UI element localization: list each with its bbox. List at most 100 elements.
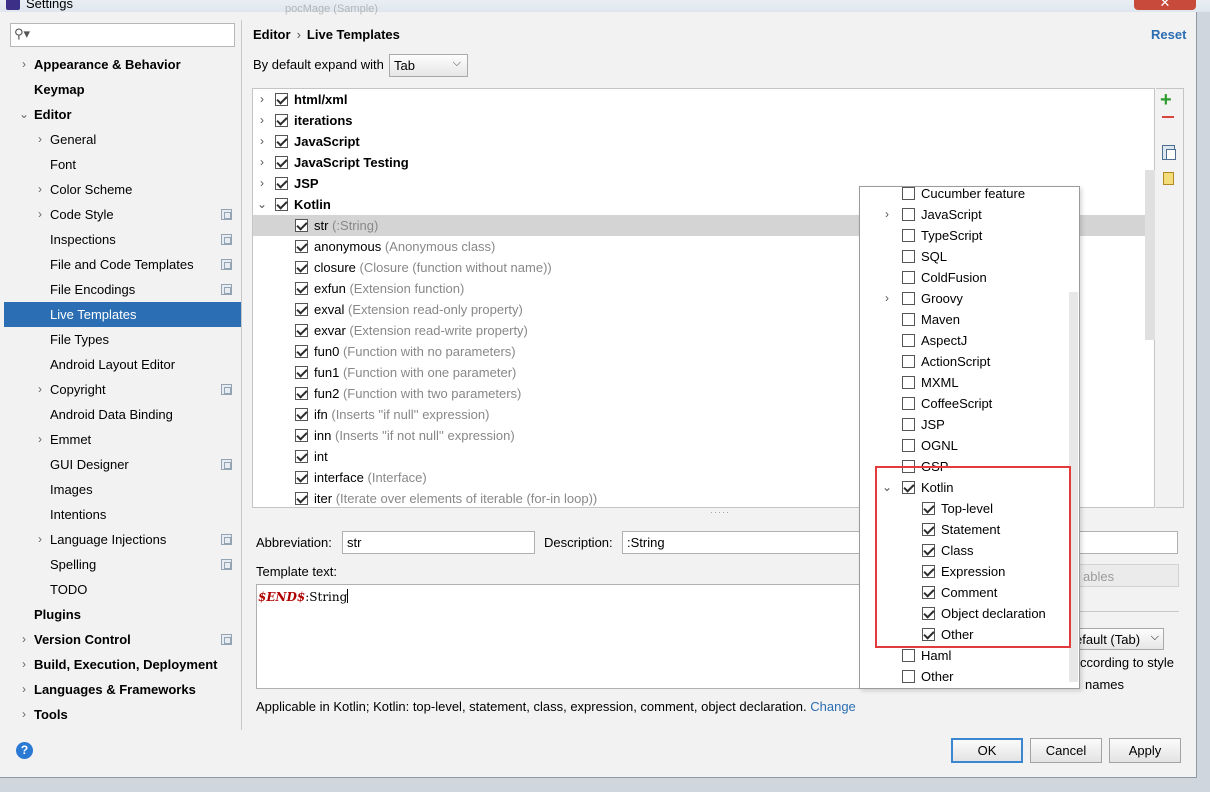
sidebar-item[interactable]: › Appearance & Behavior [4,52,241,77]
context-checkbox[interactable] [902,397,915,410]
sidebar-item[interactable]: Inspections [4,227,241,252]
sidebar-item[interactable]: File Encodings [4,277,241,302]
chevron-right-icon[interactable]: › [255,173,269,194]
chevron-right-icon[interactable]: › [34,127,46,152]
sidebar-item[interactable]: Keymap [4,77,241,102]
context-option[interactable]: JSP [860,414,1079,435]
template-checkbox[interactable] [295,387,308,400]
chevron-right-icon[interactable]: › [18,652,30,677]
template-checkbox[interactable] [275,177,288,190]
chevron-right-icon[interactable]: › [34,427,46,452]
template-checkbox[interactable] [295,450,308,463]
sidebar-item[interactable]: › Tools [4,702,241,727]
reset-link[interactable]: Reset [1151,27,1186,42]
note-icon[interactable] [1163,172,1174,185]
chevron-right-icon[interactable]: › [18,52,30,77]
sidebar-item[interactable]: Live Templates [4,302,241,327]
context-option[interactable]: Maven [860,309,1079,330]
splitter-handle[interactable]: ····· [710,507,730,517]
ok-button[interactable]: OK [951,738,1023,763]
context-option[interactable]: Other [860,666,1079,687]
context-checkbox[interactable] [902,334,915,347]
context-option[interactable]: ActionScript [860,351,1079,372]
chevron-right-icon[interactable]: › [18,677,30,702]
chevron-right-icon[interactable]: › [255,131,269,152]
context-checkbox[interactable] [902,670,915,683]
template-checkbox[interactable] [295,240,308,253]
context-option[interactable]: › Groovy [860,288,1079,309]
template-checkbox[interactable] [295,261,308,274]
context-checkbox[interactable] [902,208,915,221]
chevron-right-icon[interactable]: › [881,288,893,309]
template-checkbox[interactable] [275,156,288,169]
context-option[interactable]: TypeScript [860,225,1079,246]
template-checkbox[interactable] [295,366,308,379]
sidebar-item[interactable]: › Language Injections [4,527,241,552]
chevron-right-icon[interactable]: › [255,152,269,173]
template-checkbox[interactable] [275,198,288,211]
sidebar-item[interactable]: › Copyright [4,377,241,402]
template-group-row[interactable]: › iterations [253,110,1154,131]
context-option[interactable]: OGNL [860,435,1079,456]
template-group-row[interactable]: › html/xml [253,89,1154,110]
apply-button[interactable]: Apply [1109,738,1181,763]
chevron-right-icon[interactable]: › [18,627,30,652]
sidebar-item[interactable]: TODO [4,577,241,602]
chevron-right-icon[interactable]: › [881,204,893,225]
context-checkbox[interactable] [902,229,915,242]
sidebar-item[interactable]: GUI Designer [4,452,241,477]
template-checkbox[interactable] [295,492,308,505]
template-checkbox[interactable] [295,429,308,442]
sidebar-item[interactable]: › Code Style [4,202,241,227]
template-checkbox[interactable] [295,345,308,358]
context-checkbox[interactable] [902,271,915,284]
sidebar-item[interactable]: › Languages & Frameworks [4,677,241,702]
context-option[interactable]: Haml [860,645,1079,666]
add-icon[interactable]: + [1160,90,1172,110]
templates-scrollbar[interactable] [1145,170,1155,340]
chevron-down-icon[interactable]: ⌄ [18,102,30,127]
template-checkbox[interactable] [275,135,288,148]
sidebar-item[interactable]: Android Layout Editor [4,352,241,377]
context-checkbox[interactable] [902,355,915,368]
abbreviation-field[interactable]: str [342,531,535,554]
context-checkbox[interactable] [902,418,915,431]
help-icon[interactable]: ? [16,742,33,759]
context-checkbox[interactable] [902,313,915,326]
edit-variables-button[interactable]: ables [1072,564,1179,587]
sidebar-item[interactable]: File Types [4,327,241,352]
search-input[interactable]: ⚲▾ [10,23,235,47]
sidebar-item[interactable]: › General [4,127,241,152]
template-group-row[interactable]: › JavaScript Testing [253,152,1154,173]
chevron-right-icon[interactable]: › [255,89,269,110]
context-option[interactable]: AspectJ [860,330,1079,351]
cancel-button[interactable]: Cancel [1030,738,1102,763]
sidebar-item[interactable]: Plugins [4,602,241,627]
context-option[interactable]: Cucumber feature [860,187,1079,204]
template-checkbox[interactable] [295,303,308,316]
template-checkbox[interactable] [275,114,288,127]
sidebar-item[interactable]: Font [4,152,241,177]
chevron-right-icon[interactable]: › [34,202,46,227]
context-option[interactable]: ColdFusion [860,267,1079,288]
sidebar-item[interactable]: Images [4,477,241,502]
sidebar-item[interactable]: ⌄ Editor [4,102,241,127]
template-checkbox[interactable] [275,93,288,106]
sidebar-item[interactable]: › Emmet [4,427,241,452]
close-button[interactable]: ✕ [1134,0,1196,10]
chevron-down-icon[interactable]: ⌄ [255,194,269,215]
context-checkbox[interactable] [902,439,915,452]
chevron-right-icon[interactable]: › [255,110,269,131]
chevron-right-icon[interactable]: › [18,702,30,727]
template-checkbox[interactable] [295,282,308,295]
sidebar-item[interactable]: Intentions [4,502,241,527]
sidebar-item[interactable]: › Build, Execution, Deployment [4,652,241,677]
sidebar-item[interactable]: › Version Control [4,627,241,652]
context-option[interactable]: MXML [860,372,1079,393]
chevron-right-icon[interactable]: › [34,527,46,552]
chevron-right-icon[interactable]: › [34,377,46,402]
context-checkbox[interactable] [902,376,915,389]
change-context-link[interactable]: Change [810,699,856,714]
copy-icon[interactable] [1162,145,1176,160]
template-expand-select[interactable]: efault (Tab) ⌵ [1070,628,1164,650]
